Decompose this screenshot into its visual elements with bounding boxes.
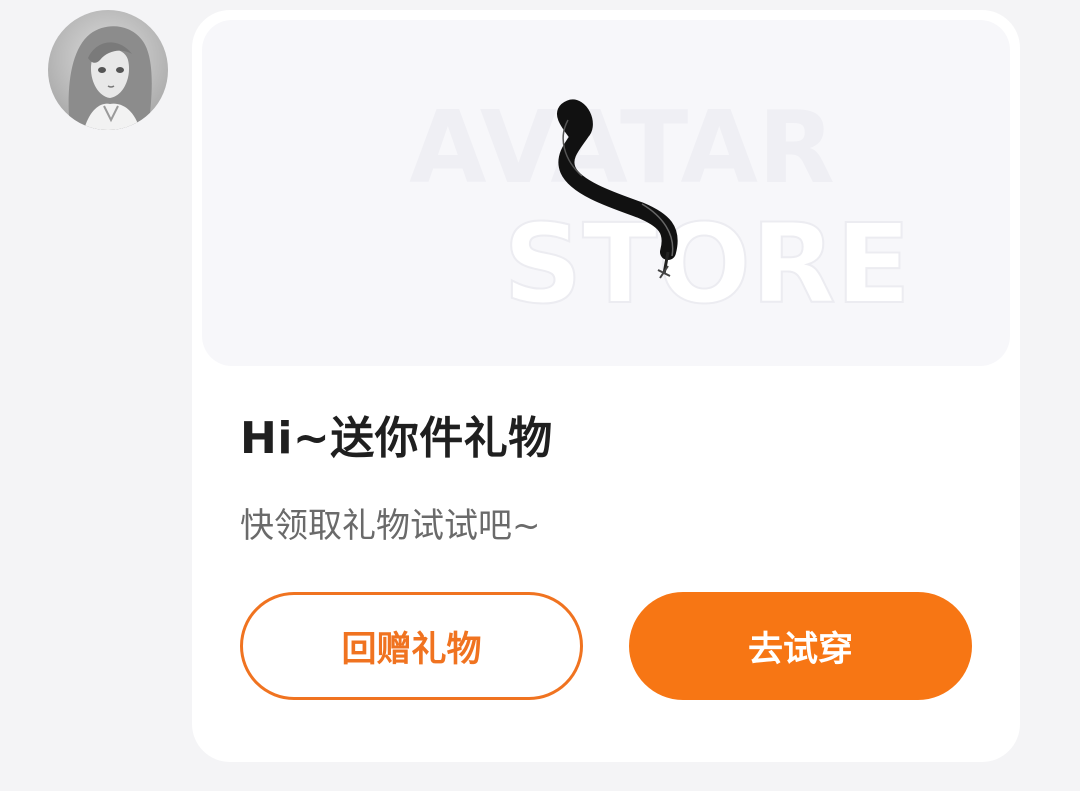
- gift-preview-image[interactable]: AVATAR STORE: [202, 20, 1010, 366]
- watermark-line1: AVATAR: [409, 89, 835, 206]
- try-on-label: 去试穿: [747, 629, 853, 670]
- gift-title: Hi~送你件礼物: [240, 413, 553, 464]
- gift-subtitle: 快领取礼物试试吧~: [240, 506, 541, 546]
- avatar-portrait-icon: [68, 26, 152, 130]
- gift-message-card: AVATAR STORE Hi~送你件礼物 快领取礼物试试吧~ 回赠礼物 去试穿: [192, 10, 1020, 762]
- return-gift-button[interactable]: 回赠礼物: [240, 592, 583, 700]
- return-gift-label: 回赠礼物: [341, 629, 482, 670]
- sender-avatar[interactable]: [48, 10, 168, 130]
- try-on-button[interactable]: 去试穿: [629, 592, 972, 700]
- watermark-line2: STORE: [503, 200, 911, 328]
